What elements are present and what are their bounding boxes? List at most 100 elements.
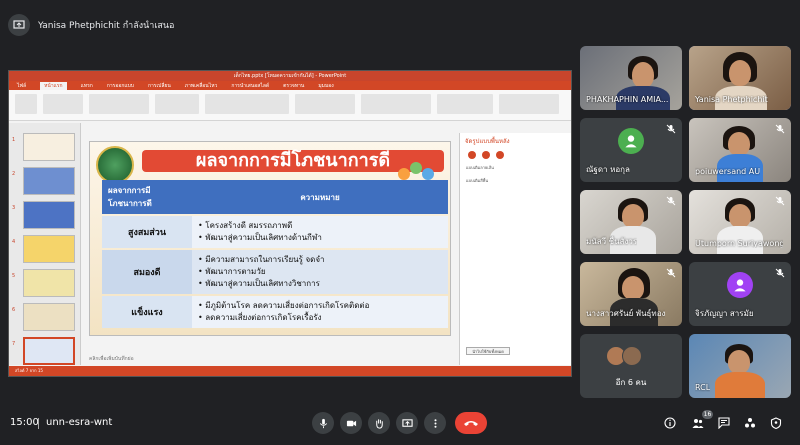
more-participants-tile[interactable]: อีก 6 คน xyxy=(580,334,682,398)
mic-icon xyxy=(319,418,327,428)
ppt-tab[interactable]: มุมมอง xyxy=(318,82,333,90)
camera-button[interactable] xyxy=(340,412,362,434)
more-options-button[interactable] xyxy=(424,412,446,434)
ppt-tab[interactable]: หน้าแรก xyxy=(40,81,67,90)
bullet-item: • มีภูมิต้านโรค ลดความเสี่ยงต่อการเกิดโร… xyxy=(198,301,370,310)
slide-thumbnail[interactable] xyxy=(23,201,75,229)
format-background-pane: จัดรูปแบบพื้นหลัง แบบเติมลายเส้น แบบเติม… xyxy=(459,133,571,365)
ppt-tab[interactable]: ตรวจทาน xyxy=(283,82,304,90)
slide-number: 5 xyxy=(12,273,16,279)
host-controls-button[interactable] xyxy=(768,415,784,431)
ribbon-group[interactable] xyxy=(205,94,289,114)
chat-button[interactable] xyxy=(716,415,732,431)
participant-tile[interactable]: Yanisa Phetphichit xyxy=(689,46,791,110)
slide-thumbnail[interactable] xyxy=(23,269,75,297)
mic-off-icon xyxy=(775,196,785,206)
shared-screen[interactable]: เด็กไทย.pptx [โหมดความเข้ากันได้] - Powe… xyxy=(8,70,572,377)
end-call-icon xyxy=(464,421,478,426)
camera-icon xyxy=(346,420,356,426)
participant-tile[interactable]: RCL xyxy=(689,334,791,398)
bullet-item: • ลดความเสี่ยงต่อการเกิดโรคเรื้อรัง xyxy=(198,313,322,322)
participant-name: นางสาวศรันย์ พันธุ์ทอง xyxy=(586,309,666,318)
row-meaning: • โครงสร้างดี สมรรถภาพดี • พัฒนาสู่ความเ… xyxy=(192,216,448,248)
bullet-item: • มีความสามารถในการเรียนรู้ จดจำ xyxy=(198,255,325,264)
mic-button[interactable] xyxy=(312,412,334,434)
ppt-tab[interactable]: การออกแบบ xyxy=(107,82,134,90)
meeting-controls: 15:00 unn-esra-wnt 16 xyxy=(0,405,800,441)
participant-tile[interactable]: Utumporn Suriyawong xyxy=(689,190,791,254)
participant-count-badge: 16 xyxy=(702,410,713,419)
slide-canvas[interactable]: ผลจากการมีโภชนาการดี ผลจากการมีโภชนาการด… xyxy=(89,141,451,336)
host-controls-icon xyxy=(770,417,782,429)
effects-icon[interactable] xyxy=(482,151,490,159)
participant-name: จิรภัญญา สารมัย xyxy=(695,309,754,318)
clock: 15:00 xyxy=(10,417,39,428)
table-header-row: ผลจากการมีโภชนาการดี ความหมาย xyxy=(102,180,448,214)
slide-thumbnail[interactable] xyxy=(23,303,75,331)
picture-icon[interactable] xyxy=(496,151,504,159)
slide-title: ผลจากการมีโภชนาการดี xyxy=(195,150,391,171)
slide-thumbnail[interactable] xyxy=(23,133,75,161)
row-label: สมองดี xyxy=(102,250,192,294)
ribbon-group[interactable] xyxy=(43,94,83,114)
present-button[interactable] xyxy=(396,412,418,434)
participant-tile[interactable]: ณัฐดา หอกุล xyxy=(580,118,682,182)
participant-tile[interactable]: PHAKHAPHIN AMIA... xyxy=(580,46,682,110)
ribbon-group[interactable] xyxy=(155,94,199,114)
ribbon-group[interactable] xyxy=(295,94,355,114)
meeting-code: unn-esra-wnt xyxy=(46,417,113,428)
ribbon-group[interactable] xyxy=(499,94,559,114)
row-meaning: • มีภูมิต้านโรค ลดความเสี่ยงต่อการเกิดโร… xyxy=(192,296,448,328)
more-icon xyxy=(433,418,437,428)
ppt-tab[interactable]: ไฟล์ xyxy=(17,82,26,90)
ribbon-group[interactable] xyxy=(89,94,149,114)
present-icon xyxy=(401,418,413,427)
chat-icon xyxy=(718,417,730,429)
mic-off-icon xyxy=(666,268,676,278)
slide-thumbnail-active[interactable] xyxy=(23,337,75,365)
raise-hand-button[interactable] xyxy=(368,412,390,434)
participant-tile[interactable]: poiuwersand AU xyxy=(689,118,791,182)
avatar xyxy=(618,128,644,154)
mic-off-icon xyxy=(666,124,676,134)
meeting-info-button[interactable] xyxy=(662,415,678,431)
slide-thumbnail[interactable] xyxy=(23,167,75,195)
row-meaning: • มีความสามารถในการเรียนรู้ จดจำ • พัฒนา… xyxy=(192,250,448,294)
activities-button[interactable] xyxy=(742,415,758,431)
ppt-tab[interactable]: การเปลี่ยน xyxy=(148,82,171,90)
bullet-item: • พัฒนาสู่ความเป็นเลิศทางด้านกีฬา xyxy=(198,233,322,242)
pane-option[interactable]: แบบเติมสีพื้น xyxy=(460,174,571,187)
activities-icon xyxy=(745,418,755,428)
ppt-tab[interactable]: ภาพเคลื่อนไหว xyxy=(185,82,218,90)
slide-number: 6 xyxy=(12,307,16,313)
ppt-status-bar: สไลด์ 7 จาก 15 xyxy=(9,366,571,376)
slide-status: สไลด์ 7 จาก 15 xyxy=(15,368,43,373)
present-icon xyxy=(8,14,30,36)
paste-button[interactable] xyxy=(15,94,37,114)
participant-tile[interactable]: มนัสวี ชื่นสังวร xyxy=(580,190,682,254)
pane-title: จัดรูปแบบพื้นหลัง xyxy=(465,138,510,145)
slide-number: 3 xyxy=(12,205,16,211)
end-call-button[interactable] xyxy=(455,412,487,434)
fill-icon[interactable] xyxy=(468,151,476,159)
ribbon-group[interactable] xyxy=(437,94,493,114)
ppt-tab[interactable]: แทรก xyxy=(81,82,93,90)
participant-name: ณัฐดา หอกุล xyxy=(586,165,630,174)
participant-tile[interactable]: นางสาวศรันย์ พันธุ์ทอง xyxy=(580,262,682,326)
participant-name: RCL xyxy=(695,383,711,392)
participant-name: Yanisa Phetphichit xyxy=(695,95,768,104)
ppt-ribbon xyxy=(9,90,571,121)
participant-name: Utumporn Suriyawong xyxy=(695,239,783,248)
nutrition-table: ผลจากการมีโภชนาการดี ความหมาย สูงสมส่วน … xyxy=(102,178,448,330)
presenter-label: Yanisa Phetphichit กำลังนำเสนอ xyxy=(38,21,175,31)
ribbon-group[interactable] xyxy=(361,94,431,114)
slide-number: 1 xyxy=(12,137,16,143)
notes-placeholder[interactable]: คลิกเพื่อเพิ่มบันทึกย่อ xyxy=(89,355,134,363)
apply-all-button[interactable]: นำไปใช้กับทั้งหมด xyxy=(466,347,510,355)
ppt-tab[interactable]: การนำเสนอสไลด์ xyxy=(231,82,269,90)
pane-option[interactable]: แบบเติมลายเส้น xyxy=(460,161,571,174)
table-row: สมองดี • มีความสามารถในการเรียนรู้ จดจำ … xyxy=(102,250,448,294)
ppt-ribbon-tabs: ไฟล์ หน้าแรก แทรก การออกแบบ การเปลี่ยน ภ… xyxy=(9,81,571,90)
slide-thumbnail[interactable] xyxy=(23,235,75,263)
participant-tile[interactable]: จิรภัญญา สารมัย xyxy=(689,262,791,326)
